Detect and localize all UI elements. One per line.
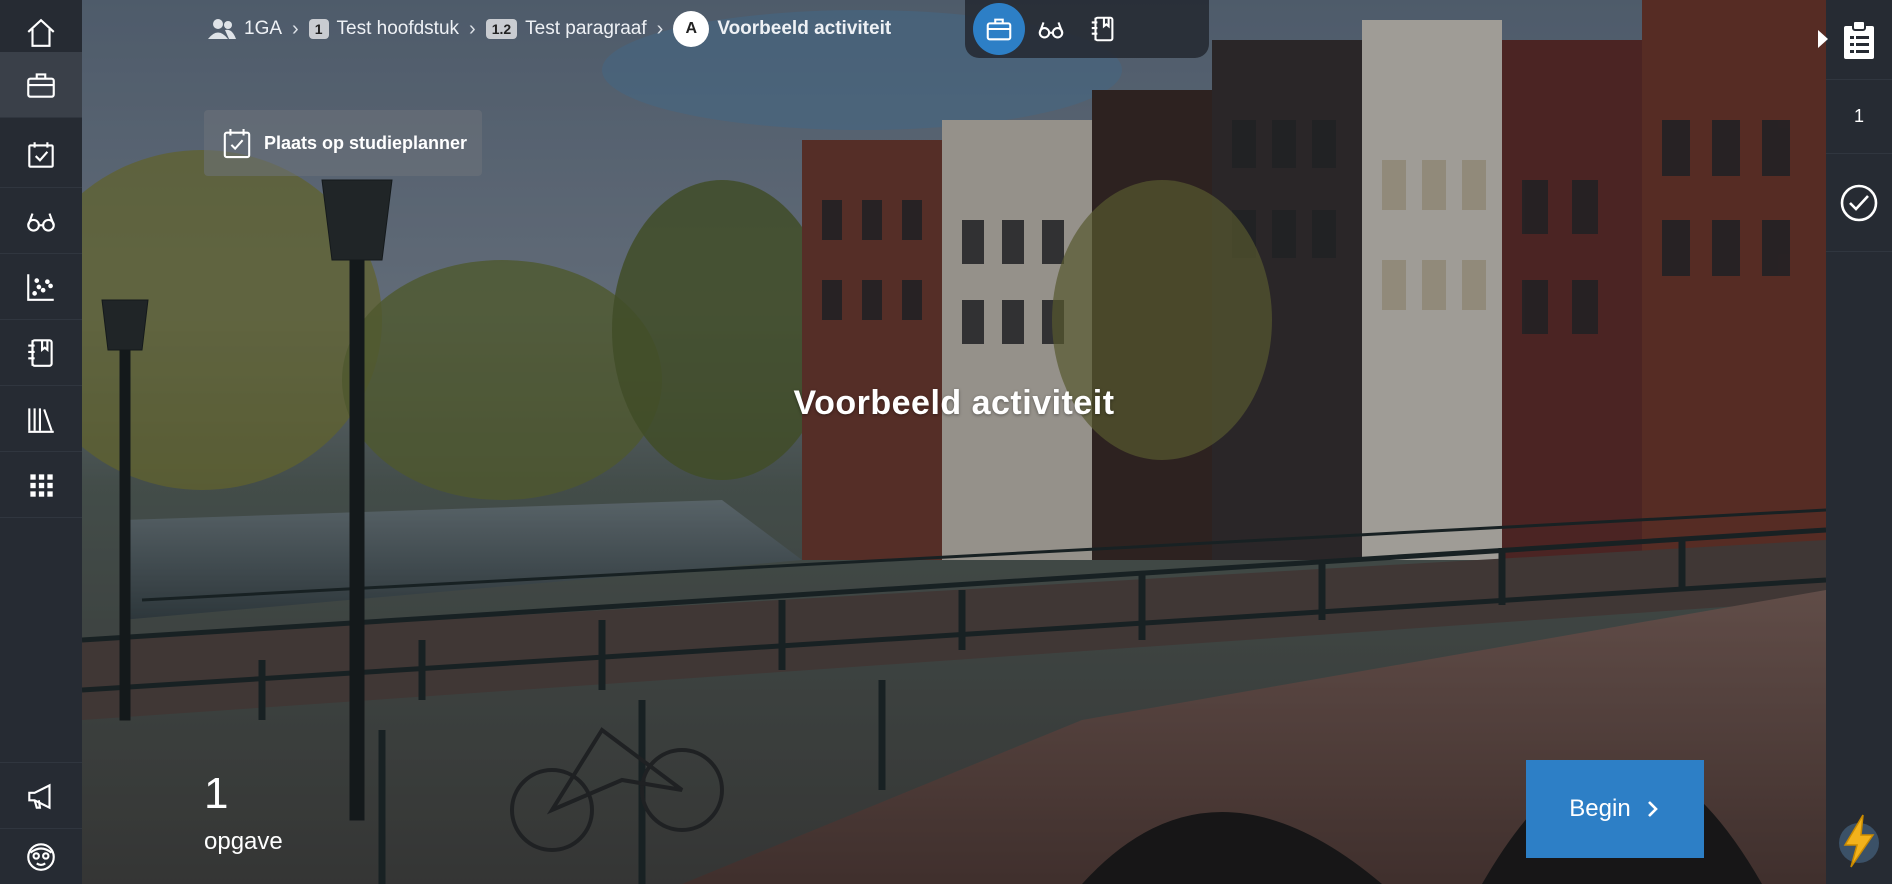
sidebar-item-review[interactable] <box>0 188 82 254</box>
briefcase-icon <box>27 72 55 98</box>
breadcrumb-chapter[interactable]: 1 Test hoofdstuk <box>308 18 460 40</box>
sidebar-item-library[interactable] <box>0 386 82 452</box>
sidebar-item-announcements[interactable] <box>0 762 82 828</box>
right-task-panel: 1 <box>1818 0 1892 884</box>
chevron-right-icon: › <box>469 17 476 40</box>
task-list-button[interactable] <box>1826 0 1892 80</box>
breadcrumb: 1GA › 1 Test hoofdstuk › 1.2 Test paragr… <box>208 10 891 48</box>
scatter-chart-icon <box>27 273 54 301</box>
lightning-button[interactable] <box>1826 808 1892 874</box>
activity-letter-badge: A <box>673 11 710 47</box>
task-number-label: 1 <box>1853 106 1864 126</box>
mode-review-button[interactable] <box>1025 3 1077 55</box>
breadcrumb-paragraph-label: Test paragraaf <box>525 18 647 39</box>
sidebar-item-apps[interactable] <box>0 452 82 518</box>
calendar-check-icon <box>28 141 54 168</box>
activity-hero: 1GA › 1 Test hoofdstuk › 1.2 Test paragr… <box>82 0 1826 884</box>
task-count: 1 <box>204 769 229 818</box>
sidebar-item-planner[interactable] <box>0 122 82 188</box>
activity-title: Voorbeeld activiteit <box>793 384 1115 422</box>
breadcrumb-activity-label: Voorbeeld activiteit <box>717 18 892 39</box>
breadcrumb-group[interactable]: 1GA <box>208 18 282 40</box>
begin-button[interactable]: Begin <box>1526 760 1704 858</box>
lightning-icon <box>1839 814 1879 868</box>
mode-switch <box>965 0 1209 58</box>
task-number-item[interactable]: 1 <box>1826 80 1892 154</box>
book-bookmark-icon <box>1091 16 1114 42</box>
app-window: 1GA › 1 Test hoofdstuk › 1.2 Test paragr… <box>0 0 1892 884</box>
chapter-number-badge: 1 <box>308 19 329 39</box>
check-circle-icon <box>1840 184 1878 221</box>
grid-icon <box>30 473 53 497</box>
book-bookmark-icon <box>28 338 53 367</box>
user-avatar-icon <box>27 842 55 871</box>
glasses-icon <box>27 212 55 232</box>
sidebar-item-results[interactable] <box>0 254 82 320</box>
add-to-planner-button[interactable]: Plaats op studieplanner <box>204 110 482 176</box>
chevron-right-icon <box>1647 801 1658 817</box>
breadcrumb-chapter-label: Test hoofdstuk <box>336 18 460 39</box>
sidebar-item-profile[interactable] <box>0 828 82 884</box>
mode-tasks-button[interactable] <box>973 3 1025 55</box>
paragraph-number-badge: 1.2 <box>485 19 518 39</box>
calendar-check-icon <box>223 128 251 159</box>
sidebar-item-tasks[interactable] <box>0 52 82 118</box>
left-sidebar <box>0 0 82 884</box>
begin-button-label: Begin <box>1569 795 1631 822</box>
clipboard-icon <box>1844 19 1874 59</box>
briefcase-icon <box>986 18 1012 41</box>
mode-theory-button[interactable] <box>1077 3 1129 55</box>
breadcrumb-activity: A Voorbeeld activiteit <box>673 11 891 47</box>
users-icon <box>208 19 236 39</box>
add-to-planner-label: Plaats op studieplanner <box>264 132 468 153</box>
library-icon <box>28 407 54 433</box>
sidebar-item-theory[interactable] <box>0 320 82 386</box>
chevron-right-icon: › <box>656 17 664 40</box>
breadcrumb-group-label: 1GA <box>244 18 283 39</box>
megaphone-icon <box>28 783 51 809</box>
finish-button[interactable] <box>1826 154 1892 252</box>
home-icon <box>27 18 55 47</box>
glasses-icon <box>1038 22 1064 39</box>
chevron-right-icon: › <box>292 17 299 40</box>
task-count-label: opgave <box>204 828 283 855</box>
breadcrumb-paragraph[interactable]: 1.2 Test paragraaf <box>485 18 647 40</box>
